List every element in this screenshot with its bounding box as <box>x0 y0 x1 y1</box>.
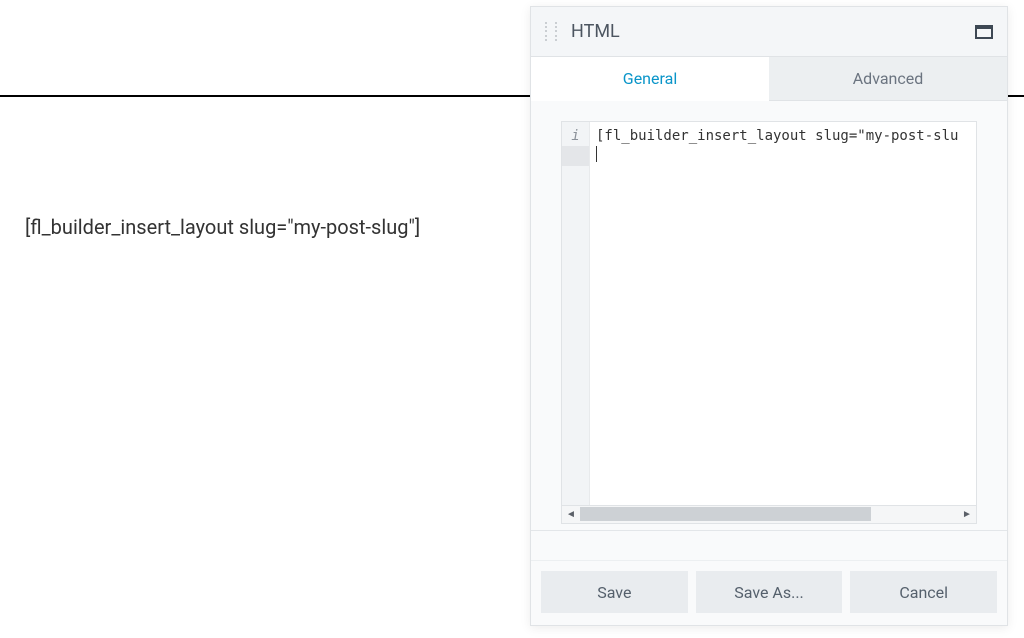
html-settings-panel: HTML General Advanced i [fl_builder_inse… <box>530 6 1008 626</box>
drag-handle-icon[interactable] <box>545 21 557 43</box>
gutter-line-active <box>562 146 589 166</box>
horizontal-scrollbar[interactable]: ◄ ► <box>561 506 977 524</box>
scroll-right-arrow-icon[interactable]: ► <box>958 506 976 523</box>
gutter-line-1: i <box>562 126 589 146</box>
scroll-track[interactable] <box>580 506 958 523</box>
cancel-button[interactable]: Cancel <box>850 571 997 613</box>
button-bar: Save Save As... Cancel <box>531 560 1007 625</box>
code-line-2[interactable] <box>590 146 976 166</box>
scroll-thumb[interactable] <box>580 507 871 521</box>
code-editor[interactable]: i [fl_builder_insert_layout slug="my-pos… <box>561 121 977 506</box>
editor-gutter: i <box>562 122 590 505</box>
code-content[interactable]: [fl_builder_insert_layout slug="my-post-… <box>590 122 976 505</box>
tab-advanced[interactable]: Advanced <box>769 57 1007 101</box>
text-cursor <box>596 146 597 162</box>
save-as-button[interactable]: Save As... <box>696 571 843 613</box>
shortcode-preview-text: [fl_builder_insert_layout slug="my-post-… <box>25 215 420 239</box>
panel-header: HTML <box>531 7 1007 57</box>
scroll-left-arrow-icon[interactable]: ◄ <box>562 506 580 523</box>
tab-bar: General Advanced <box>531 57 1007 101</box>
panel-spacer <box>531 530 1007 560</box>
save-button[interactable]: Save <box>541 571 688 613</box>
tab-general[interactable]: General <box>531 57 769 101</box>
editor-area: i [fl_builder_insert_layout slug="my-pos… <box>531 101 1007 530</box>
panel-title: HTML <box>571 21 975 42</box>
maximize-icon[interactable] <box>975 25 993 39</box>
code-line-1[interactable]: [fl_builder_insert_layout slug="my-post-… <box>590 126 976 146</box>
